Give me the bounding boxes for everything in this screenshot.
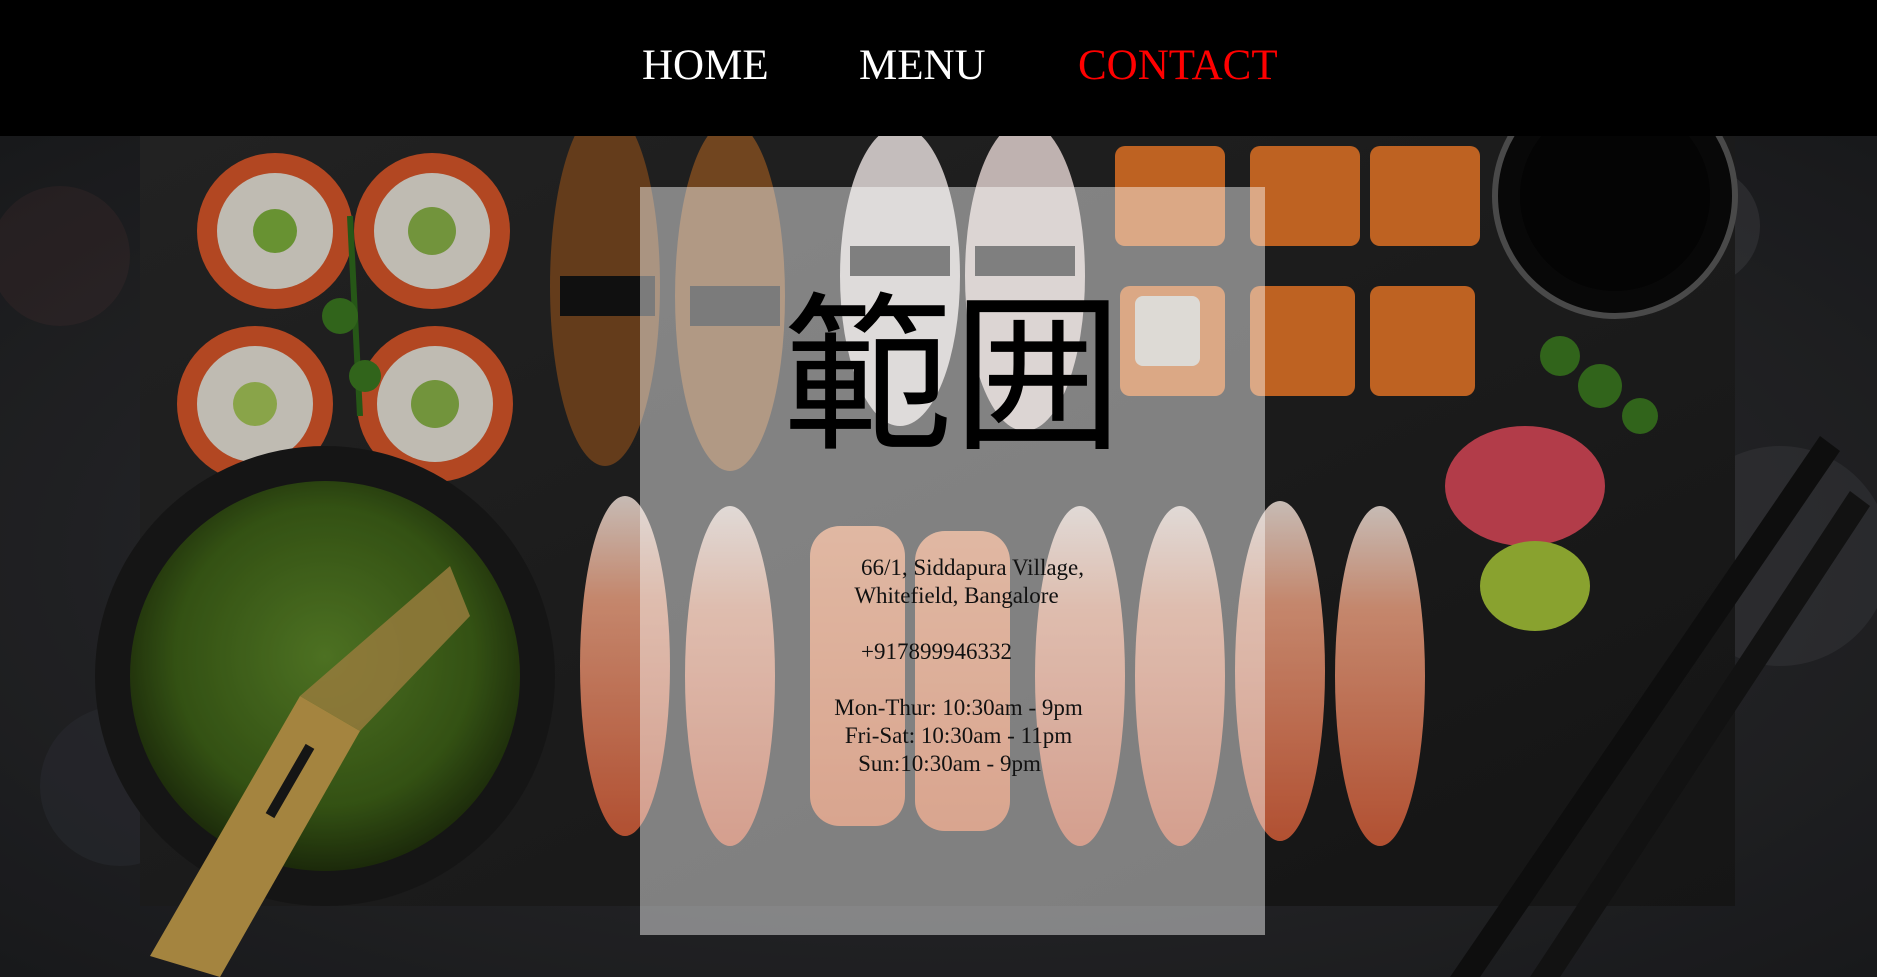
top-navigation: HOME MENU CONTACT xyxy=(0,0,1877,136)
hours-sun: Sun:10:30am - 9pm xyxy=(858,751,1041,776)
contact-info-panel: 範囲 66/1, Siddapura Village, Whitefield, … xyxy=(640,187,1265,935)
address-line-2: Whitefield, Bangalore xyxy=(854,583,1059,608)
phone-number[interactable]: +917899946332 xyxy=(624,638,1249,666)
nav-contact-link[interactable]: CONTACT xyxy=(1078,42,1278,90)
hours-mon-thur: Mon-Thur: 10:30am - 9pm xyxy=(834,695,1083,720)
hours-fri-sat: Fri-Sat: 10:30am - 11pm xyxy=(844,723,1073,748)
nav-home-link[interactable]: HOME xyxy=(642,42,769,90)
nav-menu-link[interactable]: MENU xyxy=(859,42,986,90)
address-line-1: 66/1, Siddapura Village, xyxy=(860,555,1085,580)
contact-page: HOME MENU CONTACT 範囲 66/1, Siddapura Vil… xyxy=(0,0,1877,977)
restaurant-logo: 範囲 xyxy=(782,278,1123,476)
